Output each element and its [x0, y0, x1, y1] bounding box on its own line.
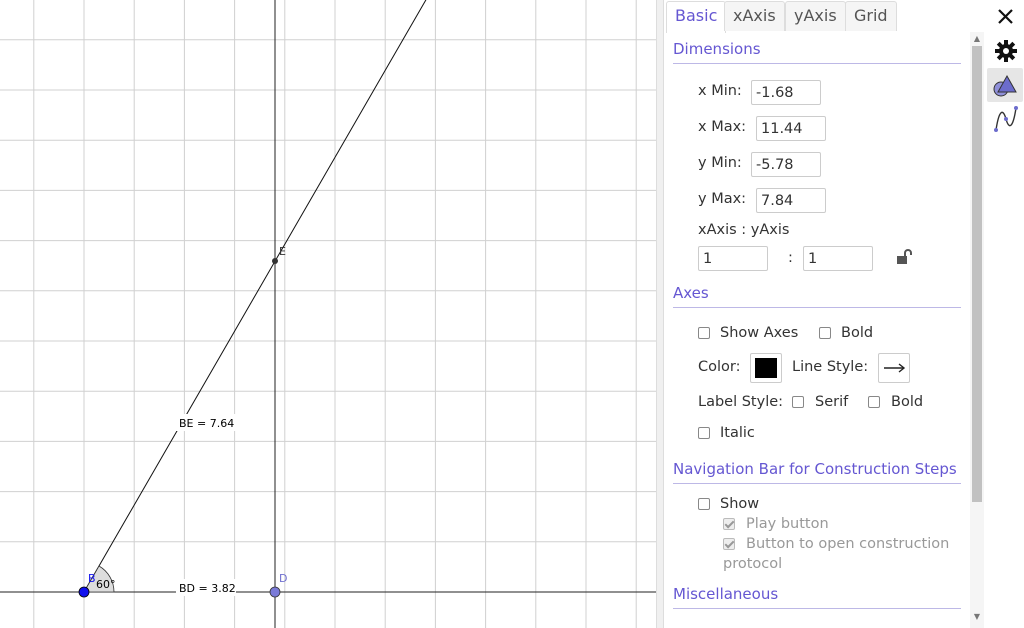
arrow-right-icon	[884, 363, 906, 373]
miscellaneous-title: Miscellaneous	[673, 585, 779, 603]
open-protocol-label: Button to open construction	[746, 536, 950, 552]
x-max-label: x Max:	[698, 119, 747, 135]
gear-icon	[995, 40, 1017, 62]
axes-rule	[673, 307, 961, 308]
color-swatch	[755, 358, 777, 378]
serif-checkbox[interactable]	[792, 396, 804, 408]
point-e-label: E	[279, 245, 286, 258]
close-button[interactable]	[987, 0, 1023, 34]
open-protocol-label-2: protocol	[723, 556, 783, 572]
show-navbar-label: Show	[720, 496, 760, 512]
scrollbar-thumb[interactable]	[972, 46, 982, 502]
y-max-input[interactable]	[756, 188, 826, 213]
axis-ratio-label: xAxis : yAxis	[698, 222, 790, 238]
navigation-bar-rule	[673, 483, 961, 484]
miscellaneous-rule	[673, 608, 961, 609]
properties-scrollbar[interactable]: ▲ ▼	[970, 32, 984, 628]
dimensions-rule	[673, 63, 961, 64]
point-b-label: B	[88, 572, 96, 585]
color-label: Color:	[698, 359, 741, 375]
y-max-label: y Max:	[698, 191, 747, 207]
basic-tab-content: Dimensions x Min: x Max: y Min: y Max: x…	[664, 32, 970, 628]
axes-title: Axes	[673, 284, 709, 302]
properties-panel: Basic xAxis yAxis Grid Dimensions x Min:…	[664, 0, 986, 628]
italic-checkbox[interactable]	[698, 427, 710, 439]
x-max-input[interactable]	[756, 116, 826, 141]
y-min-input[interactable]	[751, 152, 821, 177]
show-navbar-checkbox[interactable]	[698, 498, 710, 510]
graph-curve-icon	[994, 106, 1018, 132]
navigation-bar-title: Navigation Bar for Construction Steps	[673, 460, 957, 478]
play-button-checkbox[interactable]	[723, 518, 735, 530]
bold-axes-checkbox[interactable]	[819, 327, 831, 339]
ray-be[interactable]	[83, 0, 427, 593]
x-min-label: x Min:	[698, 83, 742, 99]
point-d-label: D	[279, 572, 287, 585]
point-b[interactable]	[78, 586, 90, 598]
show-axes-checkbox[interactable]	[698, 327, 710, 339]
label-bold-checkbox[interactable]	[868, 396, 880, 408]
close-icon	[998, 9, 1013, 24]
line-style-label: Line Style:	[792, 359, 869, 375]
line-style-button[interactable]	[878, 353, 910, 383]
panel-divider[interactable]	[656, 0, 664, 628]
point-d[interactable]	[269, 586, 281, 598]
algebra-settings-button[interactable]	[987, 102, 1023, 136]
show-axes-label: Show Axes	[720, 325, 799, 341]
serif-label: Serif	[815, 394, 849, 410]
ratio-y-input[interactable]	[803, 246, 873, 271]
graphics-view[interactable]: 60° BE = 7.64 BD = 3.82 E B D	[0, 0, 656, 628]
grid-lines	[0, 0, 656, 628]
unlock-icon[interactable]	[895, 248, 913, 266]
shapes-icon	[993, 74, 1017, 97]
graphics-settings-button[interactable]	[987, 68, 1023, 102]
scroll-down-icon[interactable]: ▼	[972, 612, 982, 622]
color-swatch-button[interactable]	[750, 353, 782, 383]
angle-label: 60°	[96, 578, 116, 591]
graphics-canvas[interactable]: 60° BE = 7.64 BD = 3.82 E B D	[0, 0, 656, 628]
tab-basic[interactable]: Basic	[666, 1, 727, 33]
scroll-up-icon[interactable]: ▲	[972, 34, 982, 44]
tab-bar: Basic xAxis yAxis Grid	[664, 0, 986, 33]
bd-label[interactable]: BD = 3.82	[179, 582, 236, 595]
tab-yaxis[interactable]: yAxis	[785, 1, 846, 31]
ratio-separator: :	[788, 250, 793, 266]
tab-xaxis[interactable]: xAxis	[724, 1, 785, 31]
x-min-input[interactable]	[751, 80, 821, 105]
play-button-label: Play button	[746, 516, 829, 532]
y-min-label: y Min:	[698, 155, 742, 171]
be-label[interactable]: BE = 7.64	[179, 417, 234, 430]
dimensions-title: Dimensions	[673, 40, 761, 58]
bold-axes-label: Bold	[841, 325, 874, 341]
ratio-x-input[interactable]	[698, 246, 768, 271]
open-protocol-checkbox[interactable]	[723, 538, 735, 550]
italic-label: Italic	[720, 425, 755, 441]
point-e[interactable]	[272, 258, 278, 264]
settings-button[interactable]	[987, 34, 1023, 68]
label-style-label: Label Style:	[698, 394, 784, 410]
tab-grid[interactable]: Grid	[845, 1, 897, 31]
side-icon-bar	[986, 0, 1024, 628]
label-bold-label: Bold	[891, 394, 924, 410]
